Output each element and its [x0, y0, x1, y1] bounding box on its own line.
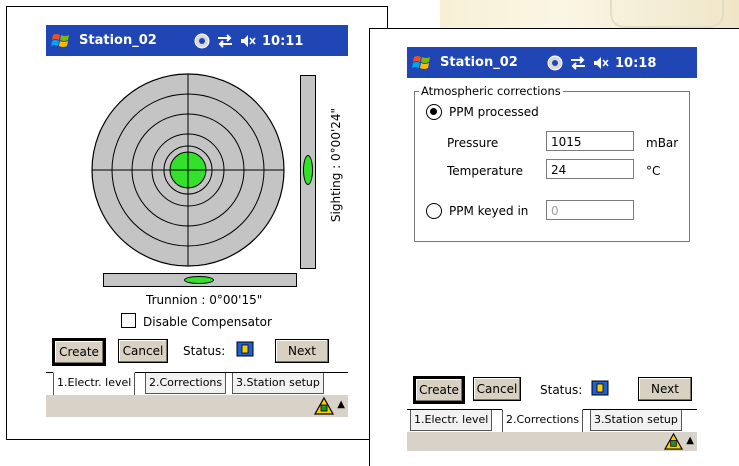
create-button[interactable]: Create	[413, 376, 465, 404]
tab-strip: 1.Electr. level 2.Corrections 3.Station …	[407, 409, 697, 433]
status-label: Status:	[540, 383, 583, 397]
window-title: Station_02	[440, 55, 518, 70]
background-decoration-frame	[610, 0, 724, 28]
menu-caret-icon[interactable]: ▲	[337, 399, 345, 410]
title-bar: Station_02 10:11	[46, 25, 348, 56]
volume-muted-icon[interactable]	[593, 56, 609, 70]
temperature-unit: °C	[646, 164, 661, 178]
sighting-vial	[300, 75, 316, 269]
system-tray: 10:18	[547, 55, 656, 71]
circular-level-dial	[91, 73, 285, 267]
status-label: Status:	[183, 344, 226, 358]
ppm-processed-label: PPM processed	[449, 105, 539, 119]
windows-start-icon[interactable]	[51, 31, 71, 50]
title-bar: Station_02 10:18	[407, 47, 697, 78]
sync-icon[interactable]	[547, 55, 563, 71]
tab-corrections[interactable]: 2.Corrections	[145, 373, 227, 394]
disable-compensator-label: Disable Compensator	[143, 315, 272, 329]
station-status-icon	[591, 380, 609, 396]
sighting-label: Sighting : 0°00'24"	[329, 107, 343, 223]
pressure-unit: mBar	[646, 136, 679, 150]
next-button[interactable]: Next	[638, 377, 692, 401]
pressure-field[interactable]: 1015	[546, 131, 634, 151]
ppm-keyed-in-radio[interactable]	[426, 203, 442, 219]
next-button[interactable]: Next	[275, 339, 329, 363]
device-screen: Station_02 10:11 Sighting: 0°00'24" Tru…	[46, 25, 348, 417]
tab-station-setup[interactable]: 3.Station setup	[590, 410, 682, 431]
trunnion-bubble	[184, 276, 214, 284]
tab-electronic-level[interactable]: 1.Electr. level	[410, 410, 493, 431]
ppm-keyed-in-field[interactable]: 0	[546, 200, 634, 220]
connectivity-icon[interactable]	[216, 34, 234, 48]
command-bar: ▲	[46, 395, 348, 417]
sighting-bubble	[303, 155, 313, 185]
tab-corrections[interactable]: 2.Corrections	[502, 409, 584, 433]
ppm-keyed-in-label: PPM keyed in	[449, 204, 529, 218]
connectivity-icon[interactable]	[569, 56, 587, 70]
command-bar: ▲	[407, 432, 697, 451]
disable-compensator-checkbox[interactable]	[121, 313, 136, 328]
group-title: Atmospheric corrections	[421, 84, 561, 98]
clock: 10:11	[262, 33, 304, 49]
corrections-window: Station_02 10:18 Atmospheric corrections	[369, 28, 739, 466]
volume-muted-icon[interactable]	[240, 34, 256, 48]
device-screen: Station_02 10:18 Atmospheric corrections	[407, 47, 697, 451]
ppm-processed-radio[interactable]	[426, 104, 442, 120]
electronic-level-window: Station_02 10:11 Sighting: 0°00'24" Tru…	[6, 6, 388, 440]
station-status-icon	[236, 341, 254, 357]
create-button[interactable]: Create	[52, 338, 106, 366]
instrument-warning-icon[interactable]	[314, 396, 334, 416]
clock: 10:18	[615, 55, 657, 71]
cancel-button[interactable]: Cancel	[473, 377, 521, 401]
menu-caret-icon[interactable]: ▲	[686, 435, 694, 446]
window-title: Station_02	[79, 33, 157, 48]
pressure-label: Pressure	[447, 136, 499, 150]
instrument-warning-icon[interactable]	[664, 432, 683, 451]
windows-start-icon[interactable]	[412, 53, 432, 72]
trunnion-label: Trunnion : 0°00'15"	[146, 293, 263, 307]
trunnion-vial	[103, 273, 297, 287]
tab-station-setup[interactable]: 3.Station setup	[232, 373, 324, 394]
tab-strip: 1.Electr. level 2.Corrections 3.Station …	[46, 372, 348, 396]
tab-electronic-level[interactable]: 1.Electr. level	[53, 372, 136, 396]
sighting-label-wrap: Sighting : 0°00'24"	[320, 74, 343, 266]
cancel-button[interactable]: Cancel	[118, 339, 168, 363]
temperature-field[interactable]: 24	[546, 159, 634, 179]
temperature-label: Temperature	[447, 164, 524, 178]
system-tray: 10:11	[194, 33, 303, 49]
sync-icon[interactable]	[194, 33, 210, 49]
